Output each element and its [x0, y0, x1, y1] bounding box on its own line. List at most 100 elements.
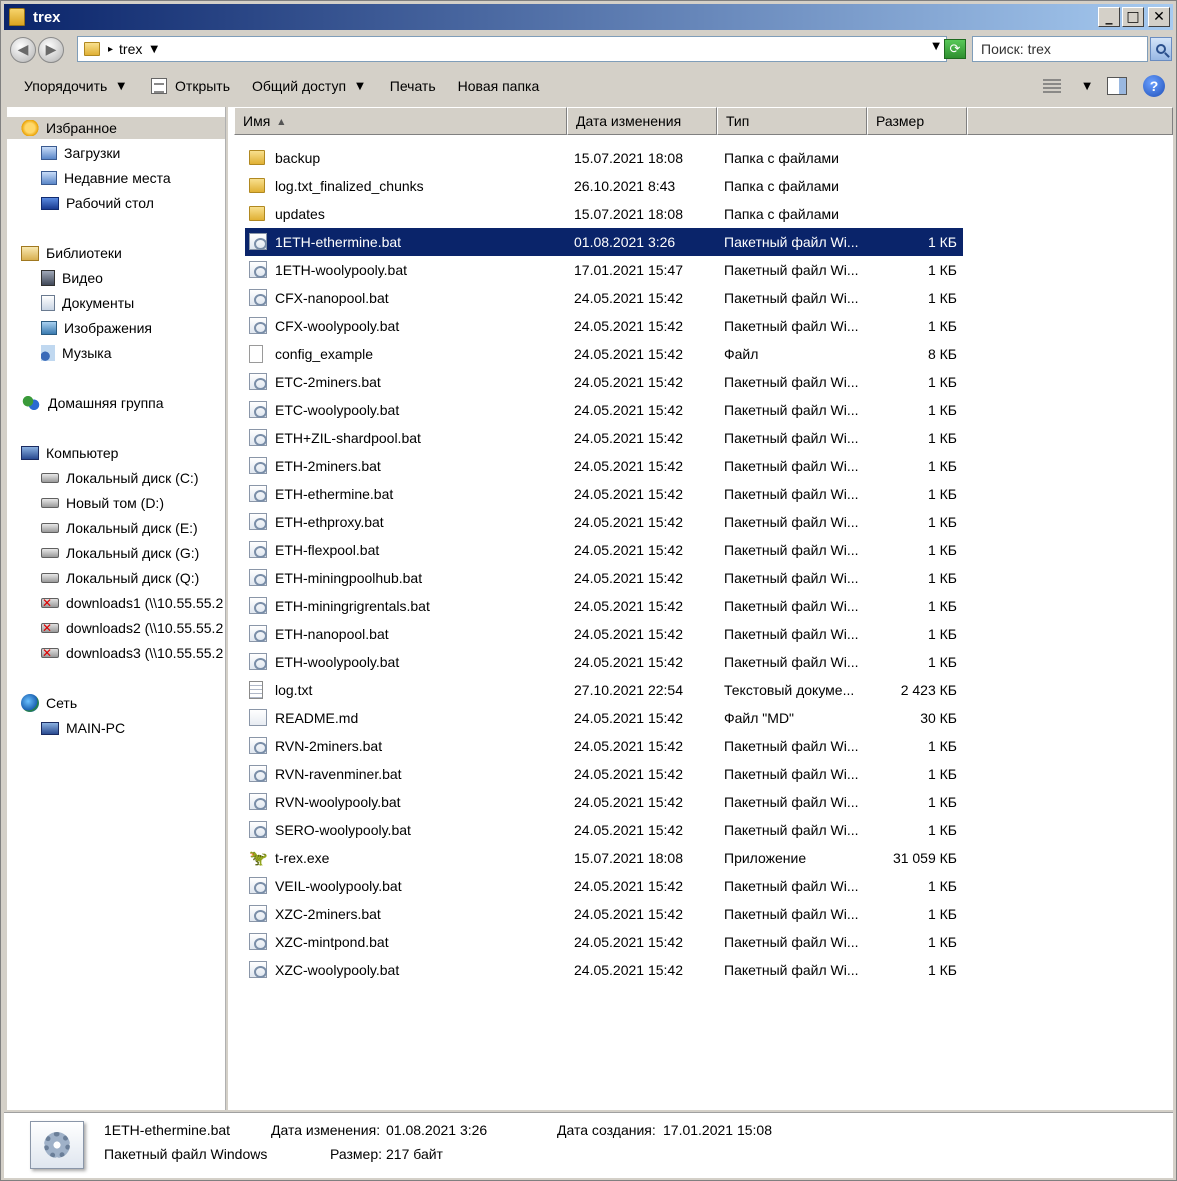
file-row[interactable]: config_example 24.05.2021 15:42 Файл 8 КБ [245, 340, 963, 368]
nav-videos[interactable]: Видео [41, 267, 103, 289]
file-row[interactable]: XZC-woolypooly.bat 24.05.2021 15:42 Пакетн… [245, 956, 963, 984]
file-row[interactable]: XZC-2miners.bat 24.05.2021 15:42 Пакетный … [245, 900, 963, 928]
column-header-name[interactable]: Имя ▲ [234, 107, 567, 135]
file-size: 8 КБ [927, 346, 957, 362]
search-button[interactable] [1150, 37, 1172, 61]
file-row[interactable]: ETH-miningrigrentals.bat 24.05.2021 15:42… [245, 592, 963, 620]
file-row[interactable]: RVN-woolypooly.bat 24.05.2021 15:42 Пакетн… [245, 788, 963, 816]
address-history-dropdown[interactable]: ▼ [932, 41, 940, 52]
file-rows: backup 15.07.2021 18:08 Папка с файлами log… [245, 144, 963, 984]
nav-network-drive-1[interactable]: downloads1 (\\10.55.55.2 [41, 592, 223, 614]
file-row[interactable]: 1ETH-ethermine.bat 01.08.2021 3:26 Пакетны… [245, 228, 963, 256]
new-folder-button[interactable]: Новая папка [448, 71, 550, 101]
file-type: Пакетный файл Wi... [724, 962, 859, 978]
file-size: 1 КБ [927, 290, 957, 306]
nav-computer[interactable]: Компьютер [21, 442, 118, 464]
nav-libraries[interactable]: Библиотеки [21, 242, 122, 264]
bat-file-icon [249, 401, 267, 418]
nav-favorites[interactable]: Избранное [7, 117, 225, 139]
nav-music[interactable]: Музыка [41, 342, 112, 364]
title-bar[interactable]: trex _ □ ✕ [4, 4, 1173, 30]
file-date: 24.05.2021 15:42 [574, 486, 683, 502]
column-header-size[interactable]: Размер [867, 107, 967, 135]
preview-pane-icon[interactable] [1107, 77, 1127, 95]
nav-label: downloads1 (\\10.55.55.2 [66, 595, 224, 611]
refresh-button[interactable]: ⟳ [944, 39, 966, 59]
file-row[interactable]: ETH-ethermine.bat 24.05.2021 15:42 Пакетны… [245, 480, 963, 508]
details-file-name: 1ETH-ethermine.bat [104, 1122, 231, 1138]
column-header-type[interactable]: Тип [717, 107, 867, 135]
file-row[interactable]: ETH-miningpoolhub.bat 24.05.2021 15:42 Пак… [245, 564, 963, 592]
file-row[interactable]: RVN-ravenminer.bat 24.05.2021 15:42 Пакетн… [245, 760, 963, 788]
nav-documents[interactable]: Документы [41, 292, 134, 314]
maximize-button[interactable]: □ [1122, 7, 1144, 27]
minimize-button[interactable]: _ [1098, 7, 1120, 27]
nav-pictures[interactable]: Изображения [41, 317, 152, 339]
file-row[interactable]: CFX-woolypooly.bat 24.05.2021 15:42 Пакетн… [245, 312, 963, 340]
file-row[interactable]: backup 15.07.2021 18:08 Папка с файлами [245, 144, 963, 172]
nav-downloads[interactable]: Загрузки [41, 142, 120, 164]
breadcrumb-separator-icon[interactable]: ▸ [108, 44, 113, 55]
file-size: 1 КБ [927, 934, 957, 950]
file-row[interactable]: ETH-2miners.bat 24.05.2021 15:42 Пакетный … [245, 452, 963, 480]
forward-arrow-icon: ▶ [45, 42, 57, 58]
file-row[interactable]: 1ETH-woolypooly.bat 17.01.2021 15:47 Пакет… [245, 256, 963, 284]
nav-network-drive-3[interactable]: downloads3 (\\10.55.55.2 [41, 642, 223, 664]
file-row[interactable]: 🦖 t-rex.exe 15.07.2021 18:08 Приложение 31 0… [245, 844, 963, 872]
views-icon[interactable] [1043, 79, 1062, 93]
breadcrumb-trex[interactable]: trex [119, 41, 142, 57]
file-type: Пакетный файл Wi... [724, 738, 859, 754]
file-row[interactable]: SERO-woolypooly.bat 24.05.2021 15:42 Пакет… [245, 816, 963, 844]
nav-network[interactable]: Сеть [21, 692, 77, 714]
file-row[interactable]: ETH-ethproxy.bat 24.05.2021 15:42 Пакетный… [245, 508, 963, 536]
file-row[interactable]: ETH-woolypooly.bat 24.05.2021 15:42 Пакетн… [245, 648, 963, 676]
nav-network-drive-2[interactable]: downloads2 (\\10.55.55.2 [41, 617, 223, 639]
file-row[interactable]: ETC-2miners.bat 24.05.2021 15:42 Пакетный … [245, 368, 963, 396]
file-row[interactable]: ETH-flexpool.bat 24.05.2021 15:42 Пакетный… [245, 536, 963, 564]
breadcrumb-dropdown-icon[interactable]: ▼ [150, 44, 158, 55]
file-name: ETH-miningpoolhub.bat [275, 570, 423, 586]
file-row[interactable]: ETC-woolypooly.bat 24.05.2021 15:42 Пакетн… [245, 396, 963, 424]
file-row[interactable]: XZC-mintpond.bat 24.05.2021 15:42 Пакетный… [245, 928, 963, 956]
print-button[interactable]: Печать [380, 71, 446, 101]
file-row[interactable]: ETH+ZIL-shardpool.bat 24.05.2021 15:42 Пак… [245, 424, 963, 452]
nav-drive-e[interactable]: Локальный диск (E:) [41, 517, 198, 539]
file-name: log.txt [275, 682, 313, 698]
nav-drive-g[interactable]: Локальный диск (G:) [41, 542, 199, 564]
file-date: 24.05.2021 15:42 [574, 654, 683, 670]
file-row[interactable]: ETH-nanopool.bat 24.05.2021 15:42 Пакетный… [245, 620, 963, 648]
views-dropdown[interactable]: ▼ [1083, 81, 1091, 92]
file-row[interactable]: RVN-2miners.bat 24.05.2021 15:42 Пакетный … [245, 732, 963, 760]
navigation-pane[interactable]: Избранное Загрузки Недавние места Рабочи… [7, 107, 226, 1110]
share-button[interactable]: Общий доступ ▼ [242, 71, 374, 101]
nav-recent-places[interactable]: Недавние места [41, 167, 171, 189]
file-date: 01.08.2021 3:26 [574, 234, 676, 250]
open-button[interactable]: Открыть [141, 71, 240, 101]
nav-desktop[interactable]: Рабочий стол [41, 192, 154, 214]
nav-main-pc[interactable]: MAIN-PC [41, 717, 125, 739]
file-row[interactable]: CFX-nanopool.bat 24.05.2021 15:42 Пакетный… [245, 284, 963, 312]
exe-file-icon: 🦖 [249, 849, 268, 867]
back-button[interactable]: ◀ [10, 37, 36, 63]
forward-button[interactable]: ▶ [38, 37, 64, 63]
file-row[interactable]: log.txt_finalized_chunks 26.10.2021 8:43 П… [245, 172, 963, 200]
organize-button[interactable]: Упорядочить ▼ [4, 71, 135, 101]
file-row[interactable]: README.md 24.05.2021 15:42 Файл "MD" 30 КБ [245, 704, 963, 732]
close-button[interactable]: ✕ [1148, 7, 1170, 27]
file-row[interactable]: updates 15.07.2021 18:08 Папка с файлами [245, 200, 963, 228]
file-size: 1 КБ [927, 822, 957, 838]
file-row[interactable]: log.txt 27.10.2021 22:54 Текстовый докуме.… [245, 676, 963, 704]
search-input[interactable]: Поиск: trex [972, 36, 1148, 62]
file-name: ETH-2miners.bat [275, 458, 381, 474]
computer-icon [21, 446, 39, 460]
column-header-date[interactable]: Дата изменения [567, 107, 717, 135]
nav-drive-q[interactable]: Локальный диск (Q:) [41, 567, 199, 589]
nav-drive-c[interactable]: Локальный диск (C:) [41, 467, 199, 489]
nav-drive-d[interactable]: Новый том (D:) [41, 492, 164, 514]
address-bar[interactable]: ▸ trex ▼ ▼ [77, 36, 947, 62]
help-icon[interactable]: ? [1143, 75, 1165, 97]
file-list[interactable]: Имя ▲ Дата изменения Тип Размер backup 15… [228, 107, 1173, 1110]
nav-homegroup[interactable]: Домашняя группа [21, 392, 164, 414]
file-row[interactable]: VEIL-woolypooly.bat 24.05.2021 15:42 Пакет… [245, 872, 963, 900]
file-name: 1ETH-woolypooly.bat [275, 262, 408, 278]
